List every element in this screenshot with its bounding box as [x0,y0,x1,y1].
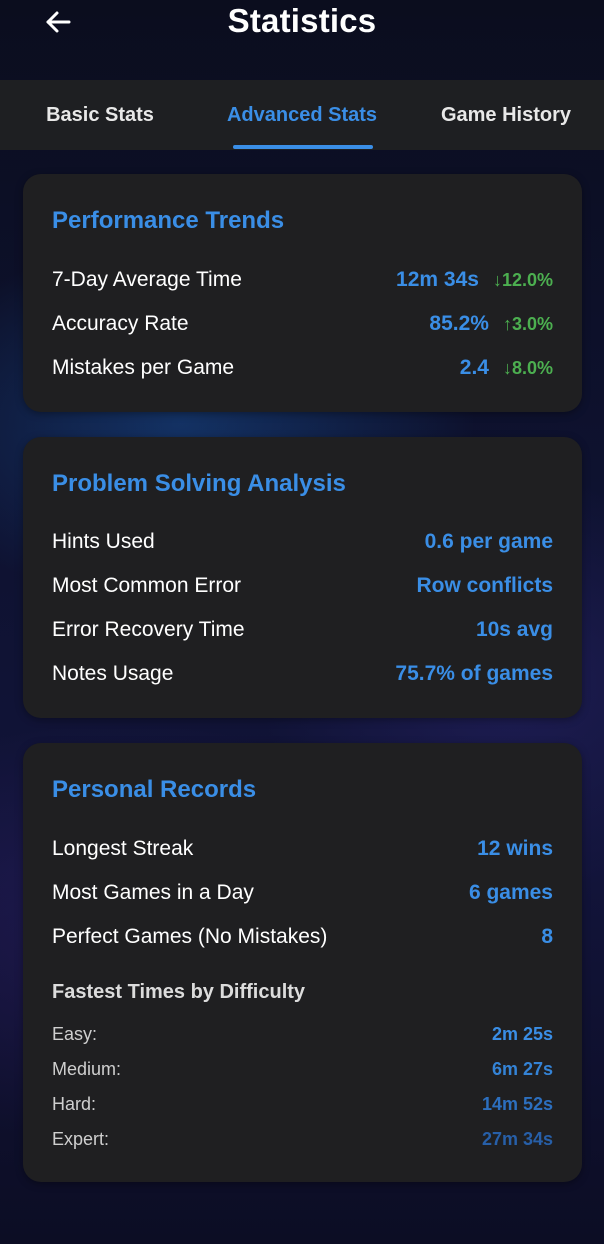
stat-label: Mistakes per Game [52,356,235,379]
trend-badge: ↓8.0% [502,357,553,378]
stat-row-notes-usage: Notes Usage 75.7% of games [52,659,553,689]
trend-badge: ↑3.0% [502,313,553,334]
stat-value: 10s avg [475,618,553,641]
app-header: Statistics [0,0,604,80]
stat-value-group: 12m 34s ↓12.0% [396,268,553,292]
stat-row-longest-streak: Longest Streak 12 wins [52,834,553,864]
stat-row-most-games-day: Most Games in a Day 6 games [52,878,553,908]
card-title: Problem Solving Analysis [52,470,346,497]
stat-label: Error Recovery Time [52,618,245,641]
stat-label: Longest Streak [52,837,194,860]
tab-advanced-stats[interactable]: Advanced Stats [222,80,382,150]
stat-value: 85.2% [429,312,489,335]
stat-row-common-error: Most Common Error Row conflicts [52,571,553,601]
fastest-time-value: 14m 52s [481,1093,553,1114]
stat-value: 12m 34s [396,268,479,291]
personal-records-card: Personal Records Longest Streak 12 wins … [23,743,582,1182]
stat-label: Hints Used [52,530,155,553]
fastest-row-expert: Expert: 27m 34s [52,1126,553,1152]
stat-label: Perfect Games (No Mistakes) [52,925,328,948]
trend-badge: ↓12.0% [492,269,553,290]
performance-trends-card: Performance Trends 7-Day Average Time 12… [23,174,582,412]
fastest-time-value: 6m 27s [491,1058,553,1079]
fastest-row-hard: Hard: 14m 52s [52,1091,553,1117]
fastest-row-medium: Medium: 6m 27s [52,1056,553,1082]
difficulty-label: Medium: [52,1058,122,1079]
fastest-time-value: 2m 25s [491,1023,553,1044]
tab-game-history[interactable]: Game History [428,80,584,150]
tab-bar: Basic Stats Advanced Stats Game History [0,80,604,150]
card-title: Performance Trends [52,207,285,234]
stat-label: Most Common Error [52,574,242,597]
stat-value: 6 games [468,881,553,904]
stat-value: 2.4 [459,356,489,379]
stat-row-average-time: 7-Day Average Time 12m 34s ↓12.0% [52,265,553,295]
stat-label: 7-Day Average Time [52,268,242,291]
stat-label: Notes Usage [52,662,174,685]
stat-value-group: 2.4 ↓8.0% [460,356,553,380]
stat-value-group: 85.2% ↑3.0% [429,312,553,336]
stat-label: Most Games in a Day [52,881,254,904]
stat-row-hints-used: Hints Used 0.6 per game [52,527,553,557]
fastest-row-easy: Easy: 2m 25s [52,1021,553,1047]
stat-value: 12 wins [477,837,553,860]
stat-value: Row conflicts [416,574,553,597]
page-title: Statistics [227,2,377,39]
stat-value: 8 [541,925,553,948]
tab-basic-stats[interactable]: Basic Stats [20,80,180,150]
difficulty-label: Expert: [52,1128,110,1149]
difficulty-label: Easy: [52,1023,98,1044]
fastest-times-heading: Fastest Times by Difficulty [52,981,306,1003]
card-title: Personal Records [52,776,257,803]
stat-label: Accuracy Rate [52,312,189,335]
stat-row-accuracy-rate: Accuracy Rate 85.2% ↑3.0% [52,309,553,339]
difficulty-label: Hard: [52,1093,97,1114]
stat-value: 75.7% of games [395,662,553,685]
stat-row-recovery-time: Error Recovery Time 10s avg [52,615,553,645]
active-tab-indicator [233,145,373,149]
stat-row-mistakes-per-game: Mistakes per Game 2.4 ↓8.0% [52,353,553,383]
stat-row-perfect-games: Perfect Games (No Mistakes) 8 [52,922,553,952]
problem-solving-card: Problem Solving Analysis Hints Used 0.6 … [23,437,582,718]
stat-value: 0.6 per game [424,530,553,553]
fastest-time-value: 27m 34s [481,1128,553,1149]
